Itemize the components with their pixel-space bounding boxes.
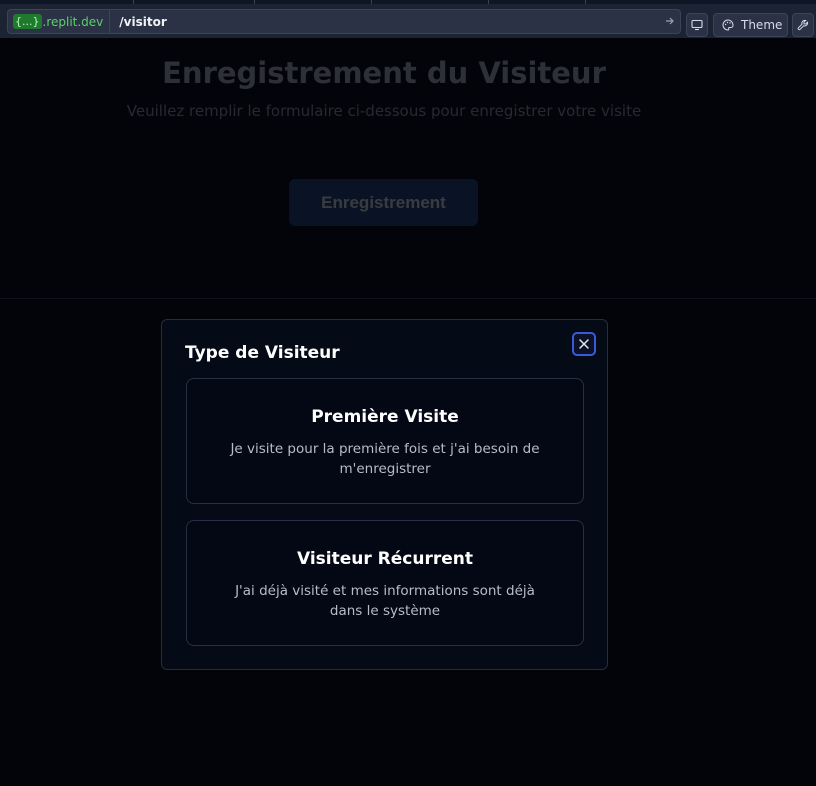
option-description: Je visite pour la première fois et j'ai … bbox=[230, 441, 540, 477]
url-path-input[interactable]: /visitor bbox=[110, 15, 660, 29]
dialog-title: Type de Visiteur bbox=[185, 343, 340, 363]
tab-divider bbox=[133, 0, 134, 4]
section-divider bbox=[0, 298, 816, 299]
domain-text: .replit.dev bbox=[42, 14, 104, 29]
first-visit-option[interactable]: Première Visite Je visite pour la premiè… bbox=[186, 378, 584, 504]
monitor-icon bbox=[691, 19, 703, 31]
page-subtitle: Veuillez remplir le formulaire ci-dessou… bbox=[126, 102, 642, 120]
returning-visitor-option[interactable]: Visiteur Récurrent J'ai déjà visité et m… bbox=[186, 520, 584, 646]
theme-button[interactable]: Theme bbox=[713, 13, 788, 37]
option-description: J'ai déjà visité et mes informations son… bbox=[235, 583, 535, 619]
option-title: Visiteur Récurrent bbox=[296, 549, 474, 569]
domain-badge[interactable]: {...} .replit.dev bbox=[8, 10, 111, 33]
browser-toolbar: {...} .replit.dev /visitor Theme bbox=[0, 0, 816, 38]
close-icon bbox=[578, 335, 590, 354]
visitor-type-dialog: Type de Visiteur Première Visite Je visi… bbox=[161, 319, 608, 670]
tab-divider bbox=[371, 0, 372, 4]
tab-divider bbox=[254, 0, 255, 4]
domain-braces: {...} bbox=[13, 14, 42, 29]
palette-icon bbox=[722, 19, 734, 31]
url-bar[interactable]: {...} .replit.dev /visitor bbox=[7, 9, 681, 34]
option-title: Première Visite bbox=[311, 407, 459, 427]
tools-button[interactable] bbox=[792, 13, 814, 37]
devtools-button[interactable] bbox=[686, 13, 708, 37]
theme-label: Theme bbox=[741, 18, 783, 32]
close-button[interactable] bbox=[572, 332, 596, 356]
tab-divider bbox=[488, 0, 489, 4]
tab-divider bbox=[585, 0, 586, 4]
page-title: Enregistrement du Visiteur bbox=[162, 56, 606, 90]
wrench-icon bbox=[797, 19, 809, 31]
register-button: Enregistrement bbox=[289, 179, 478, 226]
arrow-right-icon[interactable] bbox=[660, 15, 680, 29]
